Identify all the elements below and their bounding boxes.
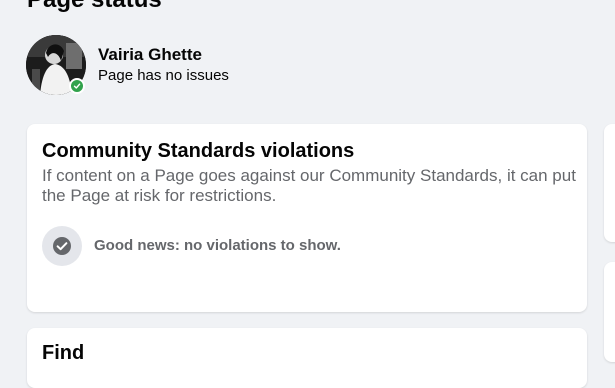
page-profile: Vairia Ghette Page has no issues — [26, 35, 229, 95]
card-description: If content on a Page goes against our Co… — [42, 166, 576, 205]
checkmark-icon — [42, 226, 82, 266]
online-status-icon — [69, 78, 85, 94]
next-card-title: Find — [42, 342, 85, 364]
avatar-container[interactable] — [26, 35, 86, 95]
violations-result: Good news: no violations to show. — [42, 226, 341, 266]
page-title: Page status — [27, 0, 162, 14]
side-card-bottom — [604, 262, 615, 362]
community-standards-card: Community Standards violations If conten… — [27, 124, 587, 312]
next-card: Find — [27, 328, 587, 388]
profile-name[interactable]: Vairia Ghette — [98, 44, 229, 66]
side-card-top — [604, 124, 615, 242]
violations-result-text: Good news: no violations to show. — [94, 237, 341, 254]
profile-status-text: Page has no issues — [98, 67, 229, 84]
card-title: Community Standards violations — [42, 140, 355, 162]
profile-text: Vairia Ghette Page has no issues — [98, 44, 229, 86]
